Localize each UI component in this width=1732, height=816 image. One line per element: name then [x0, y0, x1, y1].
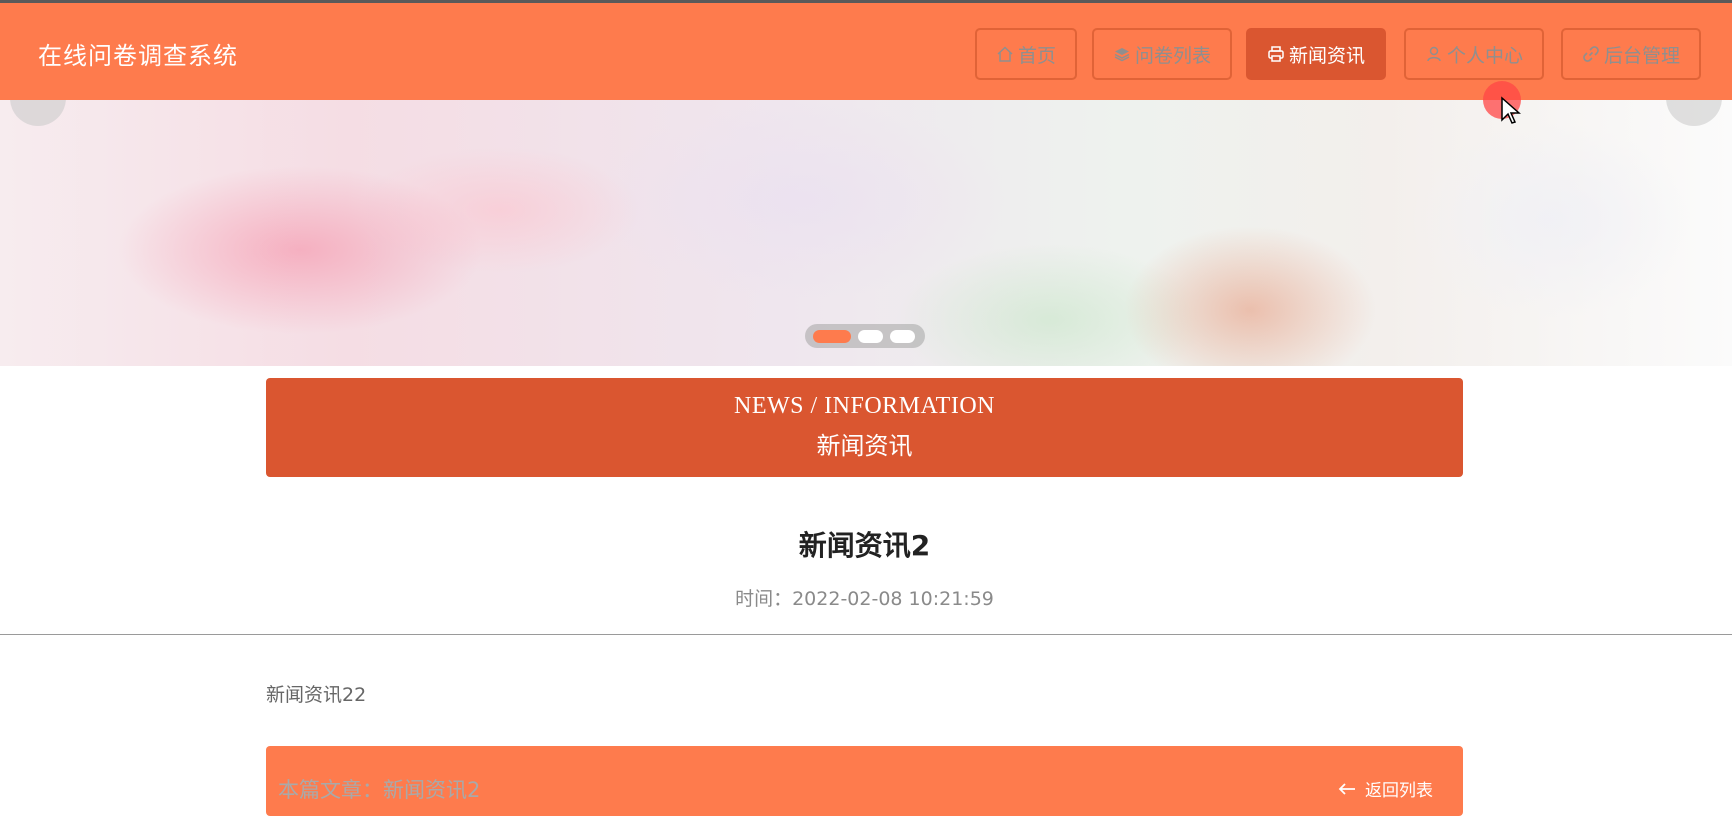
nav-news[interactable]: 新闻资讯: [1246, 28, 1386, 80]
site-title[interactable]: 在线问卷调查系统: [38, 36, 238, 71]
article-body: 新闻资讯22: [266, 684, 367, 706]
link-icon: [1582, 45, 1602, 63]
article-title: 新闻资讯2: [798, 529, 931, 562]
home-icon: [996, 45, 1016, 63]
nav-home-label: 首页: [1017, 44, 1056, 67]
carousel-prev-button[interactable]: [10, 100, 66, 126]
article-footer-bar: 本篇文章：新闻资讯2 返回列表: [266, 746, 1463, 816]
back-to-list-button[interactable]: 返回列表: [1337, 776, 1433, 801]
section-header: NEWS / INFORMATION 新闻资讯: [266, 378, 1463, 477]
current-article-label: 本篇文章：新闻资讯2: [278, 778, 481, 802]
layers-icon: [1113, 45, 1133, 63]
nav-news-label: 新闻资讯: [1288, 44, 1365, 67]
nav-personal-center-label: 个人中心: [1446, 44, 1523, 67]
section-title-en: NEWS / INFORMATION: [734, 393, 995, 419]
nav-questionnaire-list[interactable]: 问卷列表: [1092, 28, 1232, 80]
section-title-cn: 新闻资讯: [816, 434, 913, 460]
printer-icon: [1267, 45, 1287, 63]
divider: [0, 634, 1732, 635]
nav-admin-label: 后台管理: [1603, 44, 1680, 67]
nav-personal-center[interactable]: 个人中心: [1404, 28, 1544, 80]
carousel-dot-3[interactable]: [890, 329, 915, 343]
mouse-cursor-icon: [1501, 96, 1521, 124]
article-time: 时间：2022-02-08 10:21:59: [735, 588, 994, 610]
carousel-dot-1[interactable]: [813, 329, 851, 343]
carousel-dot-2[interactable]: [858, 329, 883, 343]
back-to-list-label: 返回列表: [1365, 781, 1433, 801]
arrow-left-icon: [1337, 781, 1357, 797]
user-icon: [1425, 45, 1445, 63]
nav-questionnaire-list-label: 问卷列表: [1134, 44, 1211, 67]
banner-carousel: [0, 100, 1732, 366]
nav-home[interactable]: 首页: [975, 28, 1077, 80]
nav-admin[interactable]: 后台管理: [1561, 28, 1701, 80]
carousel-next-button[interactable]: [1666, 100, 1722, 126]
carousel-indicators: [805, 324, 925, 348]
top-navigation-bar: 在线问卷调查系统 首页 问卷列表 新闻资讯 个人中心 后台管理: [0, 0, 1732, 100]
